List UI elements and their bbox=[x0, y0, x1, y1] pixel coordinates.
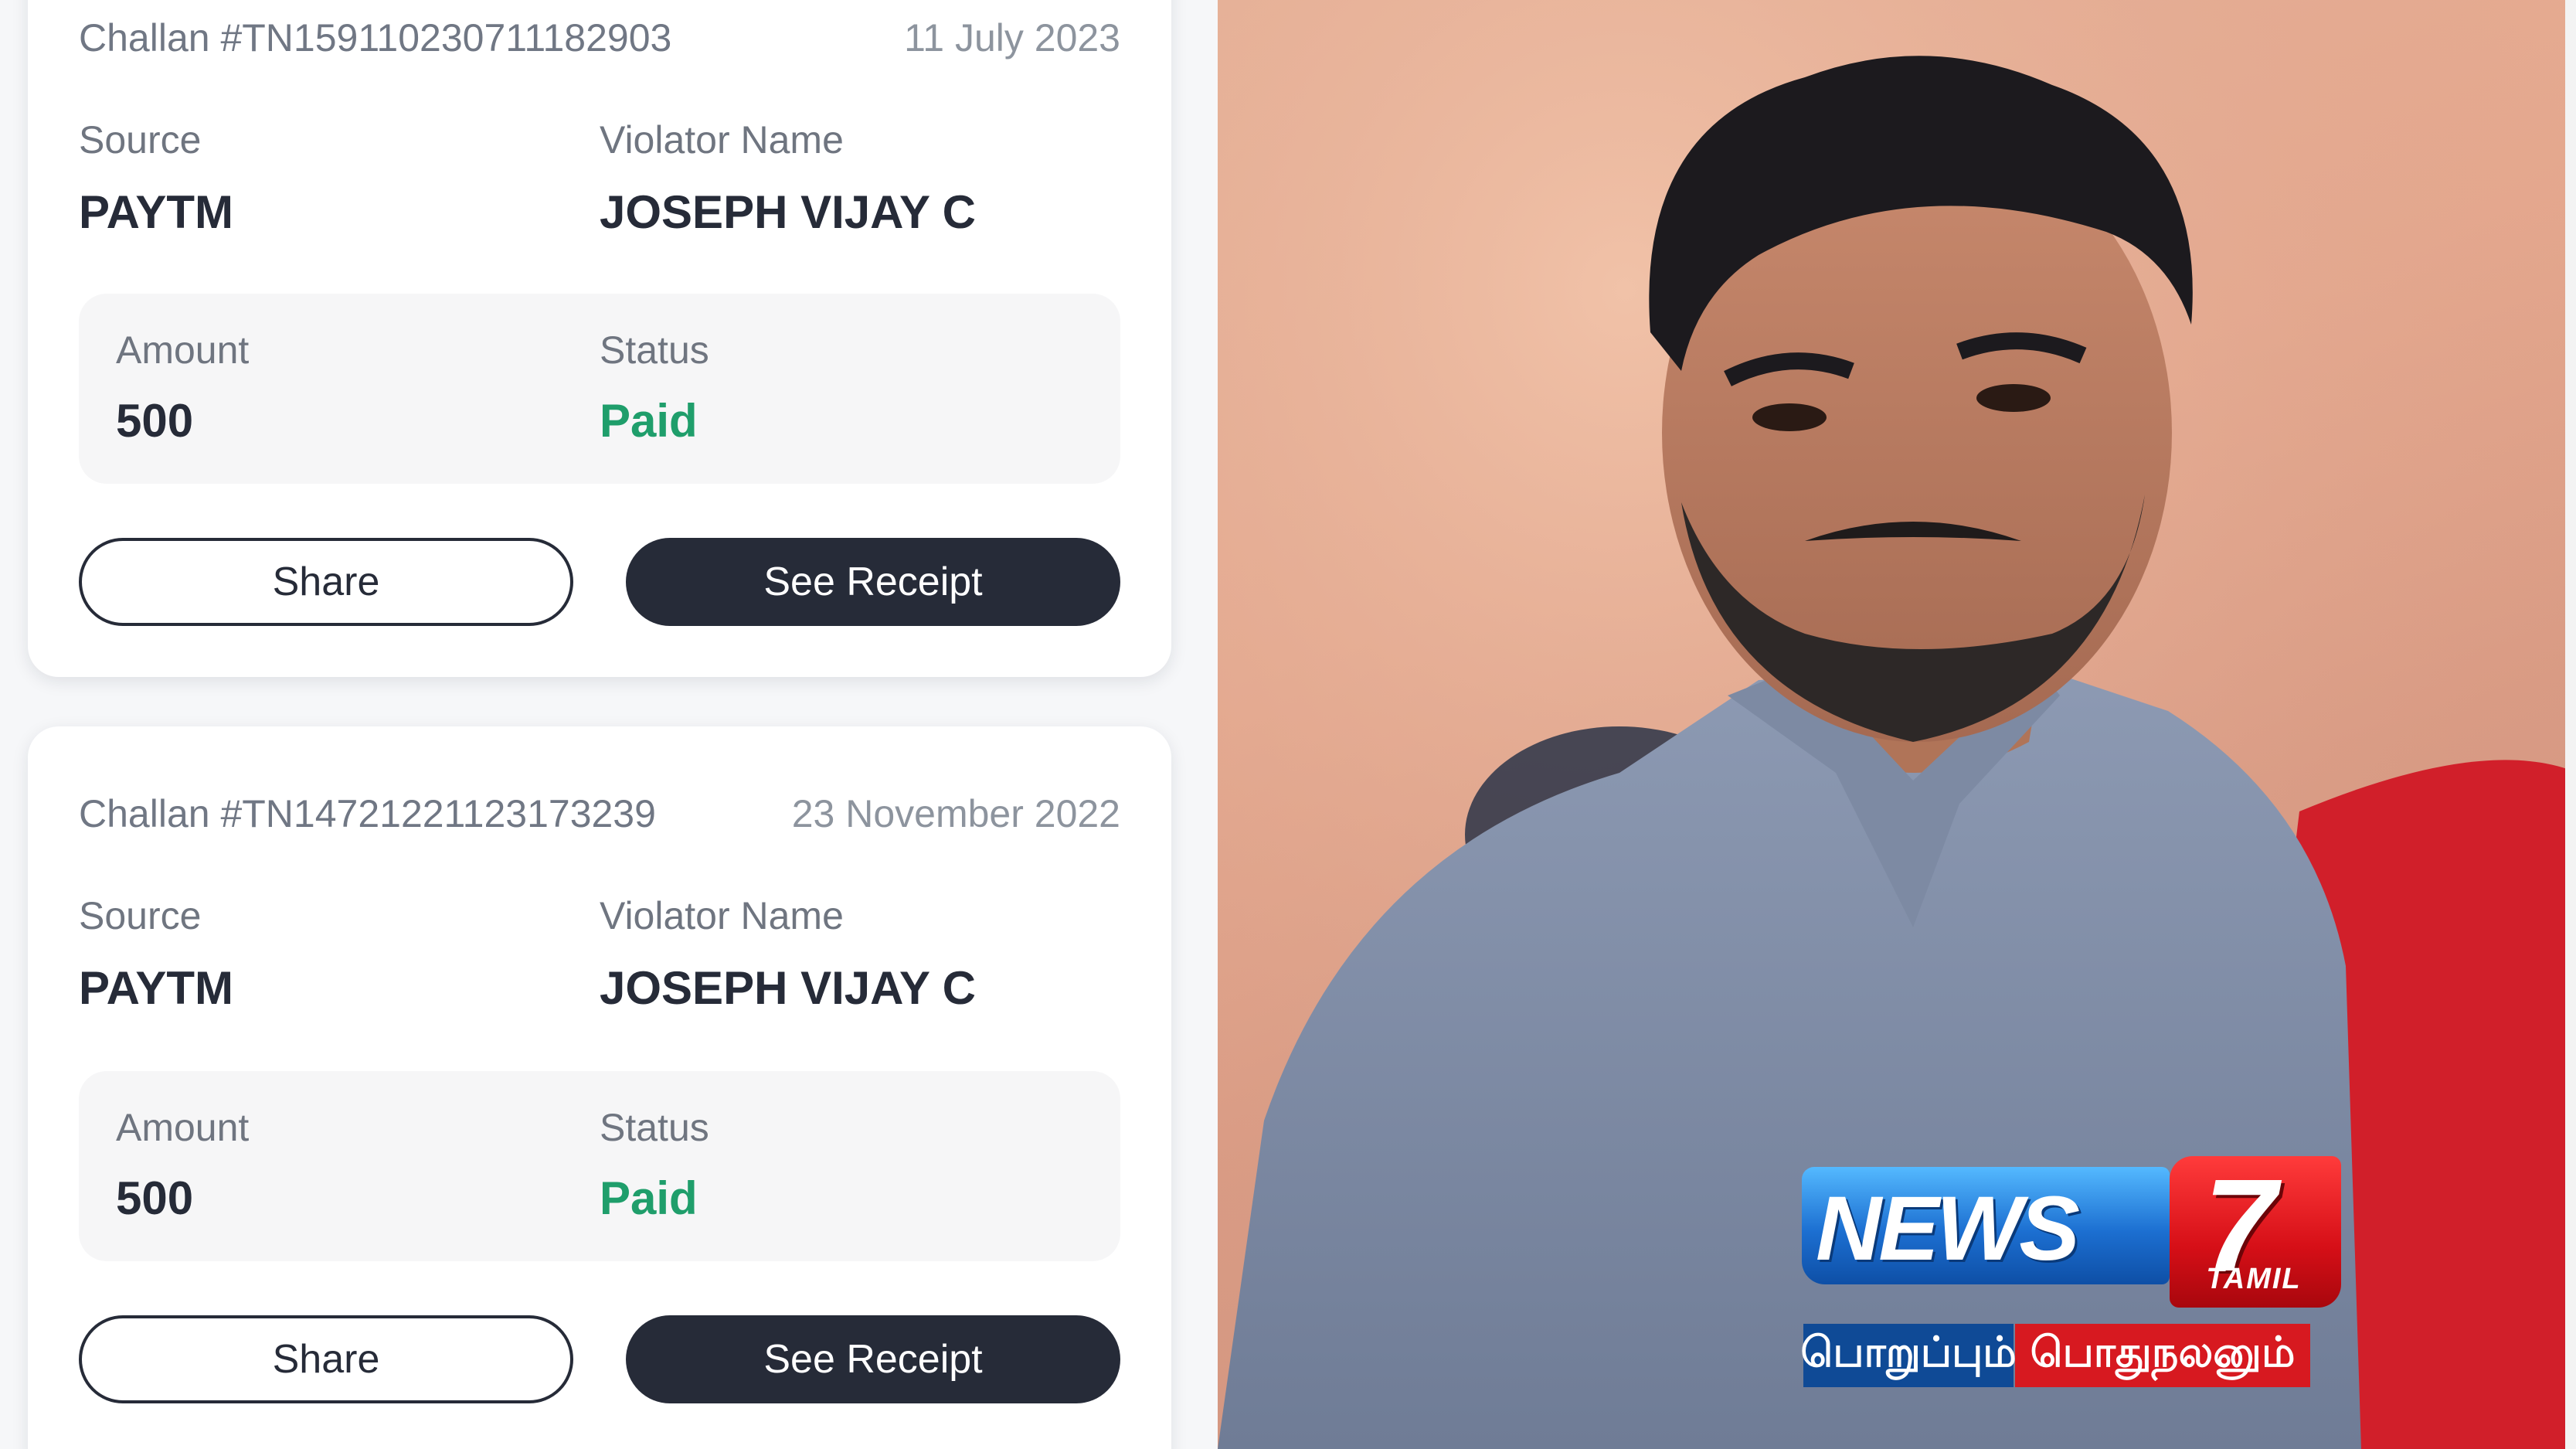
status-value: Paid bbox=[600, 1172, 698, 1224]
violator-name-label: Violator Name bbox=[600, 894, 844, 937]
amount-label: Amount bbox=[116, 1106, 250, 1149]
status-value: Paid bbox=[600, 395, 698, 447]
amount-value: 500 bbox=[116, 1172, 194, 1224]
news-photo: NEWS 7 TAMIL பொறுப்பும் பொதுநலனும் bbox=[1218, 0, 2576, 1449]
amount-status-box: Amount 500 Status Paid bbox=[79, 1071, 1120, 1261]
source-label: Source bbox=[79, 894, 202, 937]
amount-value: 500 bbox=[116, 395, 194, 447]
violator-name-value: JOSEPH VIJAY C bbox=[600, 962, 976, 1014]
amount-status-box: Amount 500 Status Paid bbox=[79, 294, 1120, 484]
news7-logo-news: NEWS bbox=[1802, 1167, 2170, 1284]
challan-card: Challan #TN14721221123173239 23 November… bbox=[28, 726, 1171, 1449]
status-label: Status bbox=[600, 1106, 709, 1149]
source-value: PAYTM bbox=[79, 962, 234, 1014]
tagline-left: பொறுப்பும் bbox=[1800, 1324, 2017, 1387]
status-label: Status bbox=[600, 328, 709, 372]
share-button[interactable]: Share bbox=[79, 538, 573, 626]
violator-name-label: Violator Name bbox=[600, 118, 844, 162]
challan-list-panel: Challan #TN15911023071118​2903 11 July 2… bbox=[0, 0, 1218, 1449]
see-receipt-button[interactable]: See Receipt bbox=[626, 1315, 1120, 1403]
challan-date: 11 July 2023 bbox=[904, 16, 1120, 60]
see-receipt-button[interactable]: See Receipt bbox=[626, 538, 1120, 626]
logo-tamil-text: TAMIL bbox=[2206, 1263, 2302, 1295]
challan-date: 23 November 2022 bbox=[791, 792, 1120, 835]
source-label: Source bbox=[79, 118, 202, 162]
source-value: PAYTM bbox=[79, 186, 234, 238]
challan-id: Challan #TN15911023071118​2903 bbox=[79, 16, 672, 60]
violator-name-value: JOSEPH VIJAY C bbox=[600, 186, 976, 238]
amount-label: Amount bbox=[116, 328, 250, 372]
tagline-right: பொதுநலனும் bbox=[2015, 1324, 2310, 1387]
edge-strip bbox=[2565, 0, 2576, 1449]
challan-card: Challan #TN15911023071118​2903 11 July 2… bbox=[28, 0, 1171, 677]
share-button[interactable]: Share bbox=[79, 1315, 573, 1403]
challan-id: Challan #TN14721221123173239 bbox=[79, 792, 656, 835]
logo-news-text: NEWS bbox=[1816, 1178, 2080, 1280]
